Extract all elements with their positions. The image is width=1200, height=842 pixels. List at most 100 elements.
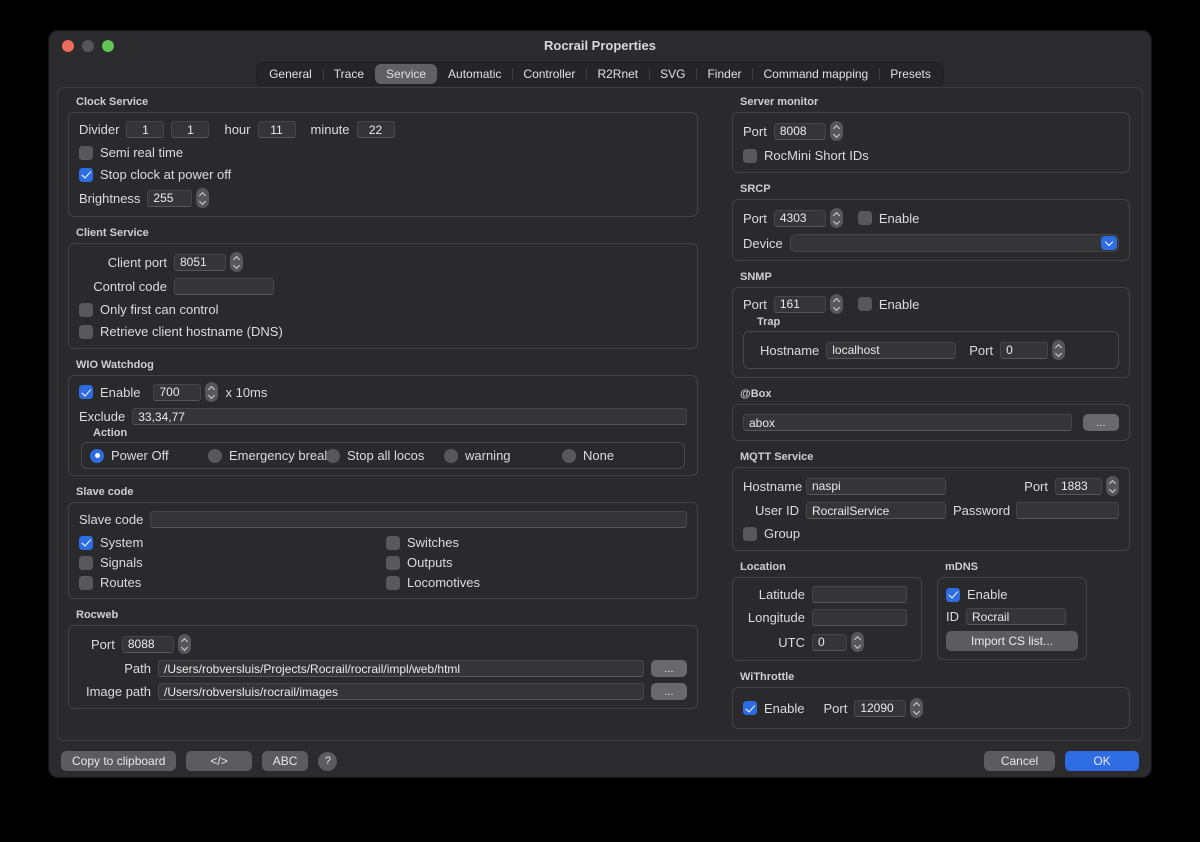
switches-checkbox[interactable] bbox=[386, 536, 400, 550]
hour-label: hour bbox=[224, 122, 250, 137]
mqtt-group: MQTT Service Hostname Port User ID Passw… bbox=[732, 451, 1130, 551]
abc-button[interactable]: ABC bbox=[262, 751, 309, 771]
tab-controller[interactable]: Controller bbox=[512, 64, 586, 84]
slave-code-input[interactable] bbox=[150, 511, 687, 528]
emergency-break-radio[interactable] bbox=[208, 449, 222, 463]
tab-presets[interactable]: Presets bbox=[879, 64, 942, 84]
brightness-stepper[interactable] bbox=[196, 188, 209, 208]
close-button[interactable] bbox=[62, 40, 74, 52]
snmp-port-stepper[interactable] bbox=[830, 294, 843, 314]
server-monitor-port-stepper[interactable] bbox=[830, 121, 843, 141]
copy-to-clipboard-button[interactable]: Copy to clipboard bbox=[61, 751, 176, 771]
snmp-enable-checkbox[interactable] bbox=[858, 297, 872, 311]
rocweb-image-path-input[interactable] bbox=[158, 683, 644, 700]
outputs-checkbox[interactable] bbox=[386, 556, 400, 570]
tab-r2rnet[interactable]: R2Rnet bbox=[586, 64, 649, 84]
latitude-input[interactable] bbox=[812, 586, 907, 603]
tab-automatic[interactable]: Automatic bbox=[437, 64, 512, 84]
withrottle-enable-checkbox[interactable] bbox=[743, 701, 757, 715]
import-cs-list-button[interactable]: Import CS list... bbox=[946, 631, 1078, 651]
mqtt-user-id-input[interactable] bbox=[806, 502, 946, 519]
stop-all-locos-radio[interactable] bbox=[326, 449, 340, 463]
watchdog-timeout-stepper[interactable] bbox=[205, 382, 218, 402]
srcp-port-input[interactable] bbox=[774, 210, 826, 227]
device-combobox[interactable] bbox=[790, 234, 1119, 252]
srcp-enable-checkbox[interactable] bbox=[858, 211, 872, 225]
brightness-input[interactable] bbox=[147, 190, 192, 207]
trap-port-input[interactable] bbox=[1000, 342, 1048, 359]
cancel-button[interactable]: Cancel bbox=[984, 751, 1055, 771]
rocweb-path-input[interactable] bbox=[158, 660, 644, 677]
minute-input[interactable] bbox=[357, 121, 395, 138]
tab-trace[interactable]: Trace bbox=[323, 64, 375, 84]
locomotives-checkbox[interactable] bbox=[386, 576, 400, 590]
mdns-enable-checkbox[interactable] bbox=[946, 588, 960, 602]
tab-svg[interactable]: SVG bbox=[649, 64, 696, 84]
none-radio[interactable] bbox=[562, 449, 576, 463]
rocweb-path-browse-button[interactable]: ... bbox=[651, 660, 687, 677]
client-service-group: Client Service Client port Control code … bbox=[68, 227, 698, 349]
ok-button[interactable]: OK bbox=[1065, 751, 1139, 771]
retrieve-hostname-checkbox[interactable] bbox=[79, 325, 93, 339]
warning-radio[interactable] bbox=[444, 449, 458, 463]
watchdog-enable-label: Enable bbox=[100, 385, 140, 400]
rocmini-checkbox[interactable] bbox=[743, 149, 757, 163]
exclude-input[interactable] bbox=[132, 408, 687, 425]
srcp-port-label: Port bbox=[743, 211, 767, 226]
code-view-button[interactable]: </> bbox=[186, 751, 251, 771]
help-button[interactable]: ? bbox=[318, 752, 337, 771]
atbox-browse-button[interactable]: ... bbox=[1083, 414, 1119, 431]
wio-watchdog-group: WIO Watchdog Enable x 10ms Exclude Actio… bbox=[68, 359, 698, 476]
mqtt-password-input[interactable] bbox=[1016, 502, 1119, 519]
watchdog-enable-checkbox[interactable] bbox=[79, 385, 93, 399]
trap-group: Hostname Port bbox=[743, 331, 1119, 369]
trap-port-label: Port bbox=[969, 343, 993, 358]
routes-checkbox[interactable] bbox=[79, 576, 93, 590]
group-title: Server monitor bbox=[740, 96, 1130, 109]
tab-service[interactable]: Service bbox=[375, 64, 437, 84]
tab-command-mapping[interactable]: Command mapping bbox=[752, 64, 879, 84]
tab-finder[interactable]: Finder bbox=[696, 64, 752, 84]
chevron-down-icon[interactable] bbox=[1101, 236, 1117, 250]
stop-clock-checkbox[interactable] bbox=[79, 168, 93, 182]
mqtt-port-input[interactable] bbox=[1055, 478, 1102, 495]
atbox-input[interactable] bbox=[743, 414, 1072, 431]
mqtt-hostname-input[interactable] bbox=[806, 478, 946, 495]
divider1-input[interactable] bbox=[126, 121, 164, 138]
watchdog-unit-label: x 10ms bbox=[225, 385, 267, 400]
trap-port-stepper[interactable] bbox=[1052, 340, 1065, 360]
system-checkbox[interactable] bbox=[79, 536, 93, 550]
rocweb-image-path-browse-button[interactable]: ... bbox=[651, 683, 687, 700]
client-port-input[interactable] bbox=[174, 254, 226, 271]
power-off-radio[interactable] bbox=[90, 449, 104, 463]
withrottle-port-input[interactable] bbox=[854, 700, 906, 717]
control-code-input[interactable] bbox=[174, 278, 274, 295]
power-off-label: Power Off bbox=[111, 448, 169, 463]
hour-input[interactable] bbox=[258, 121, 296, 138]
rocweb-port-stepper[interactable] bbox=[178, 634, 191, 654]
watchdog-timeout-input[interactable] bbox=[153, 384, 201, 401]
utc-input[interactable] bbox=[812, 634, 847, 651]
longitude-input[interactable] bbox=[812, 609, 907, 626]
trap-hostname-label: Hostname bbox=[760, 343, 819, 358]
zoom-button[interactable] bbox=[102, 40, 114, 52]
utc-stepper[interactable] bbox=[851, 632, 864, 652]
mdns-id-input[interactable] bbox=[966, 608, 1066, 625]
titlebar: Rocrail Properties bbox=[49, 31, 1151, 59]
mqtt-group-checkbox[interactable] bbox=[743, 527, 757, 541]
mqtt-port-stepper[interactable] bbox=[1106, 476, 1119, 496]
client-port-stepper[interactable] bbox=[230, 252, 243, 272]
only-first-checkbox[interactable] bbox=[79, 303, 93, 317]
trap-hostname-input[interactable] bbox=[826, 342, 956, 359]
divider2-input[interactable] bbox=[171, 121, 209, 138]
withrottle-port-stepper[interactable] bbox=[910, 698, 923, 718]
snmp-port-input[interactable] bbox=[774, 296, 826, 313]
server-monitor-port-input[interactable] bbox=[774, 123, 826, 140]
srcp-port-stepper[interactable] bbox=[830, 208, 843, 228]
tab-general[interactable]: General bbox=[258, 64, 323, 84]
rocweb-port-input[interactable] bbox=[122, 636, 174, 653]
left-column: Clock Service Divider hour minute Semi r… bbox=[68, 96, 698, 719]
control-code-label: Control code bbox=[79, 279, 167, 294]
semi-real-time-checkbox[interactable] bbox=[79, 146, 93, 160]
signals-checkbox[interactable] bbox=[79, 556, 93, 570]
